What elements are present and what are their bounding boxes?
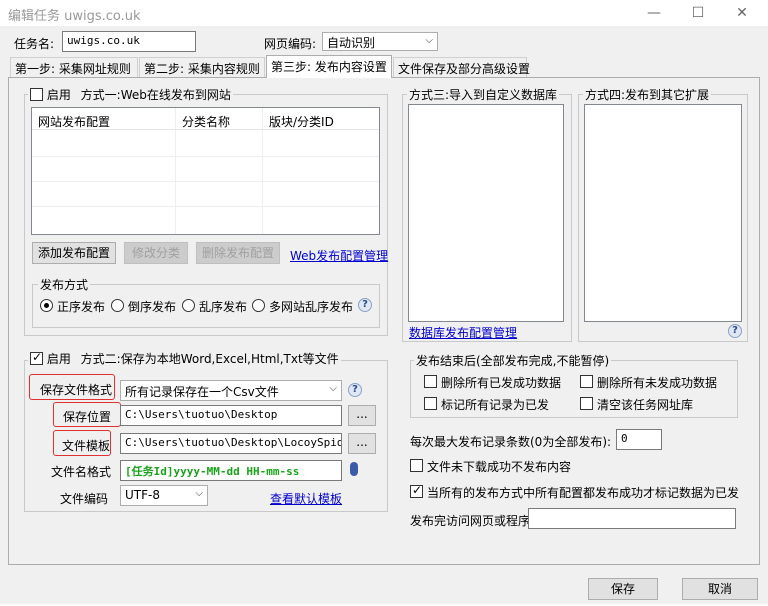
template-input[interactable]: C:\Users\tuotuo\Desktop\LocoySpider_W [120, 433, 342, 454]
visit-after-input[interactable] [528, 508, 736, 529]
browse-template-button[interactable]: ... [348, 433, 376, 454]
close-button[interactable]: ✕ [720, 2, 764, 24]
save-format-label: 保存文件格式 [40, 383, 113, 397]
method2-header: 启用 方式二:保存为本地Word,Excel,Html,Txt等文件 [28, 350, 341, 367]
encoding-select-value: 自动识别 [327, 36, 376, 50]
tab-step1[interactable]: 第一步: 采集网址规则 [10, 57, 138, 77]
delete-success-checkbox[interactable] [424, 375, 437, 388]
method1-title: 方式一:Web在线发布到网站 [80, 88, 231, 102]
mode-forward-radio[interactable] [40, 299, 53, 312]
view-default-template-link[interactable]: 查看默认模板 [270, 490, 342, 507]
delete-publish-config-button[interactable]: 删除发布配置 [196, 242, 280, 264]
clear-urls-label: 清空该任务网址库 [597, 398, 694, 412]
template-label: 文件模板 [62, 439, 111, 453]
method3-title: 方式三:导入到自定义数据库 [407, 86, 560, 103]
row-divider [32, 206, 379, 207]
tab-step2[interactable]: 第二步: 采集内容规则 [139, 57, 265, 77]
clear-urls-checkbox[interactable] [580, 397, 593, 410]
save-format-select[interactable]: 所有记录保存在一个Csv文件 ⌵ [120, 380, 342, 401]
save-format-value: 所有记录保存在一个Csv文件 [125, 385, 279, 399]
max-records-input[interactable]: 0 [616, 429, 662, 450]
skip-failed-label: 文件未下载成功不发布内容 [427, 460, 572, 474]
row-divider [32, 181, 379, 182]
mode-random-radio[interactable] [182, 299, 195, 312]
title-bar: 编辑任务 uwigs.co.uk — ☐ ✕ [0, 0, 768, 26]
add-publish-config-button[interactable]: 添加发布配置 [32, 242, 116, 264]
delete-failed-label: 删除所有未发成功数据 [597, 376, 718, 390]
mode-forward-label: 正序发布 [57, 300, 106, 314]
publish-mode-title: 发布方式 [38, 276, 91, 293]
mode-multisite-label: 多网站乱序发布 [269, 300, 354, 314]
encoding-select[interactable]: 自动识别 ⌵ [322, 32, 438, 51]
filename-format-input[interactable]: [任务Id]yyyy-MM-dd HH-mm-ss [120, 460, 342, 481]
column-divider [262, 108, 263, 234]
chevron-down-icon: ⌵ [195, 488, 203, 499]
save-button[interactable]: 保存 [588, 578, 658, 600]
mode-random-label: 乱序发布 [199, 300, 248, 314]
task-name-label: 任务名: [14, 37, 55, 51]
method2-title: 方式二:保存为本地Word,Excel,Html,Txt等文件 [80, 352, 339, 366]
encoding-label: 网页编码: [264, 37, 317, 51]
web-publish-list[interactable]: 网站发布配置 分类名称 版块/分类ID [31, 107, 380, 235]
column-category-name[interactable]: 分类名称 [182, 113, 230, 130]
insert-tag-icon[interactable] [350, 462, 358, 476]
column-divider [175, 108, 176, 234]
delete-success-label: 删除所有已发成功数据 [441, 376, 562, 390]
edit-category-button[interactable]: 修改分类 [124, 242, 188, 264]
maximize-button[interactable]: ☐ [676, 2, 720, 24]
save-location-input[interactable]: C:\Users\tuotuo\Desktop [120, 405, 342, 426]
skip-failed-checkbox[interactable] [410, 459, 423, 472]
db-publish-manage-link[interactable]: 数据库发布配置管理 [409, 324, 517, 341]
save-location-label: 保存位置 [63, 410, 112, 424]
max-records-label: 每次最大发布记录条数(0为全部发布): [410, 435, 612, 449]
task-name-input[interactable]: uwigs.co.uk [62, 31, 196, 52]
mark-all-sent-label: 标记所有记录为已发 [441, 398, 550, 412]
browse-location-button[interactable]: ... [348, 405, 376, 426]
file-encoding-select[interactable]: UTF-8 ⌵ [120, 485, 208, 506]
mode-multisite-radio[interactable] [252, 299, 265, 312]
db-config-list[interactable] [408, 104, 564, 322]
mark-when-all-success-label: 当所有的发布方式中所有配置都发布成功才标记数据为已发 [427, 486, 740, 500]
method1-enable-label: 启用 [46, 88, 71, 102]
filename-format-label: 文件名格式 [51, 465, 112, 479]
tab-advanced[interactable]: 文件保存及部分高级设置 [393, 57, 530, 77]
mode-reverse-label: 倒序发布 [128, 300, 177, 314]
column-board-id[interactable]: 版块/分类ID [269, 113, 334, 130]
web-publish-manage-link[interactable]: Web发布配置管理 [290, 247, 388, 264]
visit-after-label: 发布完访问网页或程序 [410, 514, 531, 528]
tab-step3[interactable]: 第三步: 发布内容设置 [266, 55, 392, 78]
after-publish-title: 发布结束后(全部发布完成,不能暂停) [414, 352, 612, 369]
window-title: 编辑任务 uwigs.co.uk [8, 9, 141, 24]
file-encoding-value: UTF-8 [125, 488, 160, 502]
minimize-button[interactable]: — [632, 2, 676, 24]
file-encoding-label: 文件编码 [60, 492, 109, 506]
extension-list[interactable] [584, 104, 742, 322]
cancel-button[interactable]: 取消 [682, 578, 758, 600]
mark-when-all-success-checkbox[interactable] [410, 483, 423, 498]
mark-all-sent-checkbox[interactable] [424, 397, 437, 410]
help-icon[interactable]: ? [348, 383, 362, 397]
delete-failed-checkbox[interactable] [580, 375, 593, 388]
help-icon[interactable]: ? [728, 324, 742, 338]
method1-enable-checkbox[interactable] [30, 88, 43, 101]
chevron-down-icon: ⌵ [425, 35, 433, 46]
help-icon[interactable]: ? [358, 298, 372, 312]
method2-enable-label: 启用 [46, 352, 71, 366]
mode-reverse-radio[interactable] [111, 299, 124, 312]
method1-header: 启用 方式一:Web在线发布到网站 [28, 86, 233, 103]
column-site-config[interactable]: 网站发布配置 [38, 113, 110, 130]
method4-title: 方式四:发布到其它扩展 [583, 86, 712, 103]
row-divider [32, 156, 379, 157]
chevron-down-icon: ⌵ [329, 383, 337, 394]
method2-enable-checkbox[interactable] [30, 350, 43, 365]
